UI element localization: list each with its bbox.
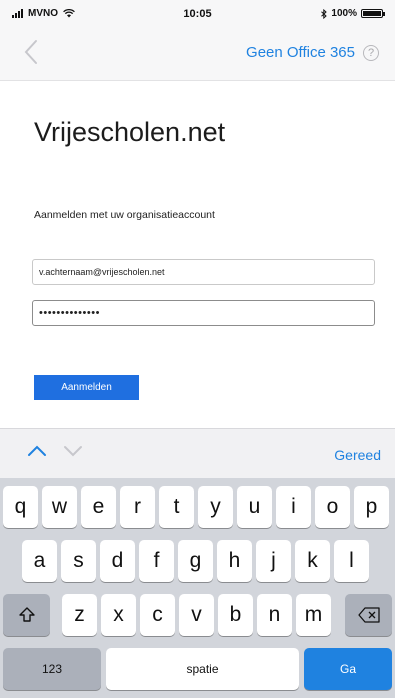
password-field[interactable] [32,300,375,326]
key-t[interactable]: t [159,486,194,528]
key-w[interactable]: w [42,486,77,528]
backspace-icon [357,607,380,623]
key-v[interactable]: v [179,594,214,636]
key-p[interactable]: p [354,486,389,528]
keyboard-toolbar: Gereed [0,428,395,478]
backspace-key[interactable] [345,594,392,636]
key-d[interactable]: d [100,540,135,582]
battery-percentage: 100% [331,8,357,19]
no-office-365-link[interactable]: Geen Office 365 ? [246,44,379,61]
key-f[interactable]: f [139,540,174,582]
key-q[interactable]: q [3,486,38,528]
key-l[interactable]: l [334,540,369,582]
key-c[interactable]: c [140,594,175,636]
key-i[interactable]: i [276,486,311,528]
page-title: Vrijescholen.net [34,117,226,147]
login-form: Vrijescholen.net Aanmelden met uw organi… [0,81,395,428]
key-z[interactable]: z [62,594,97,636]
help-icon[interactable]: ? [363,44,379,61]
key-r[interactable]: r [120,486,155,528]
key-y[interactable]: y [198,486,233,528]
chevron-down-icon[interactable] [62,443,84,459]
bluetooth-icon [321,8,328,19]
email-field[interactable] [32,259,375,285]
key-j[interactable]: j [256,540,291,582]
key-m[interactable]: m [296,594,331,636]
shift-key[interactable] [3,594,50,636]
key-o[interactable]: o [315,486,350,528]
status-bar: MVNO 10:05 100% [0,0,395,28]
sign-in-instruction: Aanmelden met uw organisatieaccount [34,209,215,221]
key-k[interactable]: k [295,540,330,582]
key-h[interactable]: h [217,540,252,582]
done-button[interactable]: Gereed [334,447,381,463]
key-b[interactable]: b [218,594,253,636]
battery-status: 100% [321,8,385,19]
shift-icon [18,607,35,622]
back-chevron-icon[interactable] [20,38,44,66]
sign-in-button[interactable]: Aanmelden [34,375,139,400]
key-s[interactable]: s [61,540,96,582]
key-n[interactable]: n [257,594,292,636]
key-g[interactable]: g [178,540,213,582]
no-office-365-label: Geen Office 365 [246,44,355,61]
key-a[interactable]: a [22,540,57,582]
key-e[interactable]: e [81,486,116,528]
chevron-up-icon[interactable] [26,443,48,459]
numbers-key[interactable]: 123 [3,648,101,690]
key-u[interactable]: u [237,486,272,528]
battery-level [363,11,381,16]
battery-icon [361,9,385,18]
go-key[interactable]: Ga [304,648,392,690]
space-key[interactable]: spatie [106,648,299,690]
key-x[interactable]: x [101,594,136,636]
keyboard: 123 spatie Ga qwertyuiop asdfghjkl zxcvbnm [0,478,395,698]
navigation-bar: Geen Office 365 ? [0,28,395,81]
